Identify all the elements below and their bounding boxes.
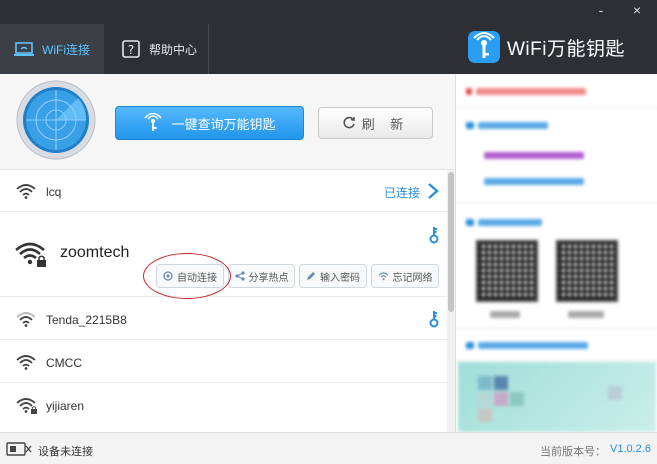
action-label: 分享热点 [248, 272, 289, 284]
query-button-label: 一键查询万能钥匙 [171, 116, 276, 132]
tab-wifi-connect[interactable]: WiFi连接 [0, 24, 104, 74]
one-click-query-button[interactable]: 一键查询万能钥匙 [115, 106, 304, 140]
refresh-button-label: 刷 新 [361, 116, 410, 132]
wifi-lock-icon [16, 398, 37, 414]
radar-scan-icon [16, 80, 96, 160]
key-logo-icon [468, 31, 500, 63]
promo-section[interactable] [456, 74, 657, 108]
qr-section [456, 203, 657, 329]
wifi-icon [16, 312, 36, 327]
key-wifi-icon [144, 113, 163, 131]
action-label: 忘记网络 [392, 272, 433, 284]
network-list: lcq 已连接 zoomtech 自动连接 分享热点 输入密码 忘记网络 Ten… [0, 170, 447, 432]
ad-banner[interactable] [458, 362, 656, 432]
network-ssid: yijiaren [46, 399, 85, 413]
promo-section[interactable] [456, 329, 657, 362]
qr-code-image [556, 240, 618, 302]
list-scrollbar[interactable] [447, 170, 455, 432]
refresh-icon [343, 116, 355, 129]
wifi-icon [16, 355, 36, 370]
laptop-wifi-icon [14, 42, 34, 56]
network-row[interactable]: Tenda_2215B8 [0, 297, 447, 340]
network-row[interactable]: lcq 已连接 [0, 170, 447, 212]
network-row[interactable]: CMCC [0, 340, 447, 383]
share-icon [234, 271, 245, 281]
version-label: 当前版本号： [540, 446, 606, 458]
minimize-button[interactable]: - [592, 3, 610, 18]
tab-label: WiFi连接 [42, 42, 90, 57]
scrollbar-thumb[interactable] [448, 172, 454, 312]
network-ssid: Tenda_2215B8 [46, 313, 127, 327]
connected-status: 已连接 [384, 186, 421, 200]
status-bar: 设备未连接 当前版本号： V1.0.2.6 [0, 432, 657, 464]
qr-code-image [476, 240, 538, 302]
wifi-icon [16, 184, 36, 199]
promo-section[interactable] [456, 108, 657, 203]
device-disconnected-icon [6, 442, 32, 456]
share-hotspot-button[interactable]: 分享热点 [228, 264, 295, 288]
network-row[interactable]: yijiaren [0, 383, 447, 432]
svg-text:?: ? [128, 43, 134, 57]
tab-help-center[interactable]: ? 帮助中心 [105, 24, 209, 74]
tab-divider [208, 24, 209, 74]
chevron-right-icon[interactable] [427, 182, 439, 200]
pencil-icon [307, 272, 315, 280]
forget-network-button[interactable]: 忘记网络 [371, 264, 439, 288]
key-icon [429, 311, 439, 328]
action-bar: 一键查询万能钥匙 刷 新 [0, 74, 455, 170]
key-icon [429, 227, 439, 244]
close-button[interactable]: × [628, 3, 646, 18]
app-logo: WiFi万能钥匙 [467, 30, 625, 64]
enter-password-button[interactable]: 输入密码 [299, 264, 367, 288]
network-row-selected[interactable]: zoomtech 自动连接 分享热点 输入密码 忘记网络 [0, 212, 447, 299]
wifi-lock-icon [15, 242, 46, 267]
wifi-forget-icon [378, 272, 388, 281]
version-number: V1.0.2.6 [610, 443, 651, 455]
network-ssid: lcq [46, 185, 62, 199]
title-bar: WiFi连接 ? 帮助中心 WiFi万能钥匙 - × [0, 0, 657, 74]
action-label: 输入密码 [320, 272, 360, 284]
help-icon: ? [122, 40, 140, 58]
tab-label: 帮助中心 [149, 42, 198, 57]
annotation-circle [143, 253, 231, 299]
promo-panel [455, 74, 657, 432]
network-ssid: CMCC [46, 356, 82, 370]
app-title: WiFi万能钥匙 [507, 38, 625, 60]
connection-status-text: 设备未连接 [38, 446, 93, 458]
network-ssid: zoomtech [60, 244, 130, 261]
refresh-button[interactable]: 刷 新 [318, 107, 433, 139]
